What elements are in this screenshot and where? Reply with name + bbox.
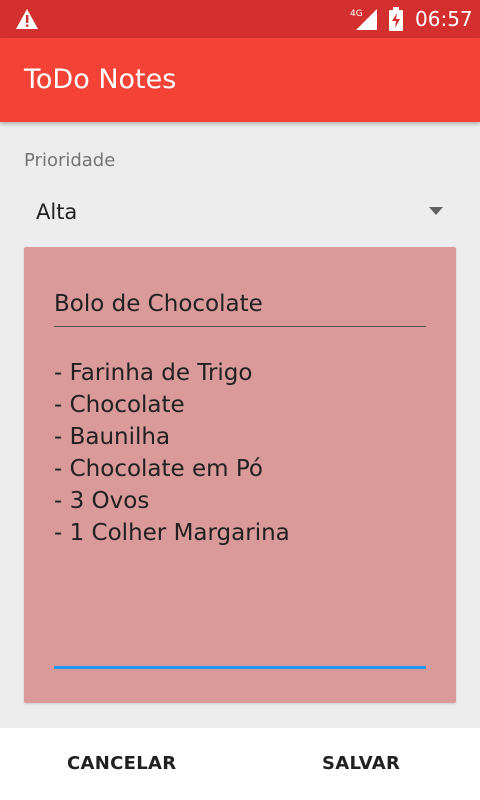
signal-4g-icon: 4G — [350, 9, 377, 30]
note-line: - 3 Ovos — [54, 488, 150, 514]
network-type-label: 4G — [350, 9, 363, 19]
app-bar: ToDo Notes — [0, 38, 480, 122]
status-bar: 4G 06:57 — [0, 0, 480, 38]
note-line: - Farinha de Trigo — [54, 360, 253, 386]
priority-label: Prioridade — [24, 150, 116, 171]
action-bar: CANCELAR SALVAR — [0, 728, 480, 800]
battery-charging-icon — [389, 7, 403, 31]
note-line: - 1 Colher Margarina — [54, 520, 290, 546]
note-line: - Chocolate — [54, 392, 185, 418]
note-body-field[interactable]: - Farinha de Trigo - Chocolate - Baunilh… — [54, 357, 426, 669]
priority-dropdown[interactable]: Alta — [24, 192, 456, 232]
note-title-field[interactable]: Bolo de Chocolate — [54, 289, 426, 327]
note-line: - Baunilha — [54, 424, 171, 450]
warning-icon — [16, 9, 38, 29]
cancel-button[interactable]: CANCELAR — [67, 750, 176, 778]
save-button[interactable]: SALVAR — [322, 750, 400, 778]
note-title-text: Bolo de Chocolate — [54, 291, 263, 317]
priority-selected-value: Alta — [36, 200, 78, 224]
note-card: Bolo de Chocolate - Farinha de Trigo - C… — [24, 247, 456, 703]
note-line: - Chocolate em Pó — [54, 456, 263, 482]
dropdown-arrow-icon — [429, 207, 443, 215]
app-title: ToDo Notes — [24, 64, 177, 95]
status-clock: 06:57 — [415, 7, 473, 31]
